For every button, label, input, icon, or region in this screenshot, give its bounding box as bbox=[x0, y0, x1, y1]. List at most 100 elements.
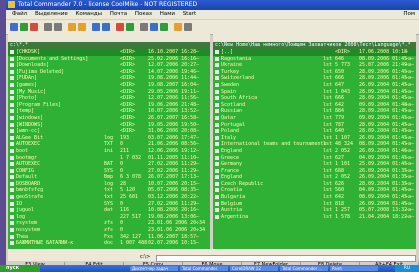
file-row[interactable]: БАЖМИТНЫЕ БАТАЛИИ-к doc 1 007 488 02.07.200… bbox=[8, 240, 210, 247]
settings-icon[interactable] bbox=[184, 23, 192, 31]
file-row[interactable]: geoStrafe txt 25 601 03.12.2006 20:22— bbox=[8, 194, 210, 201]
file-row[interactable]: Czech Republic lst 626 28.09.2004 01:35 —a— bbox=[213, 181, 416, 188]
task-button[interactable]: Total Commander bbox=[180, 266, 228, 271]
file-row[interactable]: Italy lst 1 107 26.09.2004 01:45 —a— bbox=[213, 135, 416, 142]
file-row[interactable]: Ragostania lst 646 08.09.2006 01:45 —a— bbox=[213, 56, 416, 63]
file-row[interactable]: Croatia lst 560 04.09.2004 01:45 —a— bbox=[213, 187, 416, 194]
left-file-panel[interactable]: c:\*.* [CHKDSK] <DIR> 16.10.2007 16:28— [Do… bbox=[8, 42, 210, 249]
file-row[interactable]: Argentina lst 1 578 21.04.2004 18:22 —a— bbox=[213, 214, 416, 221]
unpack-icon[interactable] bbox=[78, 23, 86, 31]
file-row[interactable]: ALGee Bit log 193 03.07.2006 17:47— bbox=[8, 135, 210, 142]
full-view-icon[interactable] bbox=[30, 23, 38, 31]
file-row[interactable]: Belgium lst 818 26.09.2004 01:45 —a— bbox=[213, 201, 416, 208]
file-row[interactable]: nssystem zfs 0 23.01.06 2006 20:34— bbox=[8, 227, 210, 234]
file-name: Portugal bbox=[221, 121, 246, 128]
file-row[interactable]: AUTOEXEC BAT 0 27.02.2006 11:29— bbox=[8, 161, 210, 168]
file-row[interactable]: [windows] <DIR> 26.07.2007 16:58— bbox=[8, 115, 210, 122]
menu-select[interactable]: Выделение bbox=[35, 11, 68, 17]
file-row[interactable]: [My Music] <DIR> 29.05.2006 19:11— bbox=[8, 89, 210, 96]
file-attr: — bbox=[196, 147, 200, 154]
sync-dirs-icon[interactable] bbox=[160, 23, 168, 31]
file-name: AUTOEXEC bbox=[16, 161, 41, 168]
forward-icon[interactable] bbox=[102, 23, 110, 31]
file-row[interactable]: Turkey lst 650 28.09.2006 01:45 —a— bbox=[213, 69, 416, 76]
sort-name-icon[interactable] bbox=[54, 23, 62, 31]
file-row[interactable]: Greece lst 627 04.09.2004 01:45 —a— bbox=[213, 155, 416, 162]
file-row[interactable]: log 227 517 19.08.2006 13:06— bbox=[8, 214, 210, 221]
task-button[interactable]: Диспетчер задач bbox=[130, 266, 178, 271]
file-row[interactable]: Austria lst 1 257 05.07.2008 13:32 —a— bbox=[213, 207, 416, 214]
file-attr: —a— bbox=[405, 207, 415, 214]
file-row[interactable]: [WINDOWS] <DIR> 19.05.2006 19:50— bbox=[8, 122, 210, 129]
file-row[interactable]: Germany lst 1 101 25.09.2004 01:45 —a— bbox=[213, 161, 416, 168]
brief-view-icon[interactable] bbox=[20, 23, 28, 31]
file-row[interactable]: [games] <DIR> 19.08.2007 16:04— bbox=[8, 82, 210, 89]
file-row[interactable]: [Fujima Deleted] <DIR> 14.07.2006 19:46— bbox=[8, 69, 210, 76]
file-row[interactable]: [CHKDSK] <DIR> 16.10.2007 16:28— bbox=[8, 49, 210, 56]
file-date: 28.09.2006 01:45 bbox=[359, 75, 408, 82]
tree-view-icon[interactable] bbox=[44, 23, 52, 31]
file-row[interactable]: International teams and tournaments lst 48… bbox=[213, 141, 416, 148]
file-row[interactable]: juguol dat 116 10.08.2006 20:16— bbox=[8, 207, 210, 214]
file-row[interactable]: bootmgr 1 7 032 01.11.2005 11:10— bbox=[8, 155, 210, 162]
title-bar[interactable]: Total Commander 7.0 - license CoolMike -… bbox=[6, 0, 419, 10]
file-row[interactable]: rsystem zfs 0 23.01.06 2006 20:34— bbox=[8, 220, 210, 227]
command-input[interactable] bbox=[156, 255, 416, 262]
file-row[interactable]: France lst 688 26.09.2004 01:35 —a— bbox=[213, 168, 416, 175]
file-attr: —a— bbox=[405, 62, 415, 69]
file-row[interactable]: South Africa lst 666 28.09.2004 01:45 —a— bbox=[213, 95, 416, 102]
right-drive-bar[interactable] bbox=[213, 34, 416, 42]
file-row[interactable]: [Program Files] <DIR> 19.06.2006 21:48— bbox=[8, 102, 210, 109]
search-icon[interactable] bbox=[140, 23, 148, 31]
task-button[interactable]: CorelDRAW 12 bbox=[230, 266, 278, 271]
rename-icon[interactable] bbox=[150, 23, 158, 31]
file-row[interactable]: [FUDAn] <DIR> 19.08.2006 11:44— bbox=[8, 75, 210, 82]
menu-commands[interactable]: Команды bbox=[75, 11, 102, 17]
file-row[interactable]: boot ini 211 12.06.2006 19:12— bbox=[8, 148, 210, 155]
task-button[interactable]: Total Commander ... bbox=[280, 266, 328, 271]
file-row[interactable]: [..] <DIR> 17.06.2008 10:18— bbox=[213, 49, 416, 56]
file-row[interactable]: Poland lst 640 28.09.2004 01:45 —a— bbox=[213, 128, 416, 135]
file-row[interactable]: Scotland lst 642 09.09.2004 01:48 —a— bbox=[213, 102, 416, 109]
file-row[interactable]: England lst 2 052 26.09.2004 01:35 —a— bbox=[213, 174, 416, 181]
left-drive-bar[interactable] bbox=[8, 34, 210, 42]
file-row[interactable]: Spain lst 1 043 28.09.2004 01:45 —a— bbox=[213, 89, 416, 96]
file-row[interactable]: Portugal lst 787 28.09.2004 01:45 —a— bbox=[213, 122, 416, 129]
file-row[interactable]: IO SYS 0 27.02.2006 11:29— bbox=[8, 201, 210, 208]
menu-config[interactable]: Нами bbox=[160, 11, 175, 17]
file-row[interactable]: [Documents and Settings] <DIR> 25.02.2006 … bbox=[8, 56, 210, 63]
file-row[interactable]: Default Bmp 6 3 078 26.07.2007 17:13— bbox=[8, 174, 210, 181]
refresh-icon[interactable] bbox=[10, 23, 18, 31]
file-row[interactable]: [Downloads] <DIR> 12.07.2006 20:27— bbox=[8, 62, 210, 69]
ftp-connect-icon[interactable] bbox=[116, 23, 124, 31]
notepad-icon[interactable] bbox=[174, 23, 182, 31]
menu-show[interactable]: Показ bbox=[135, 11, 152, 17]
file-row[interactable]: DOSBOARD log 28 10.07.2006 20:15— bbox=[8, 181, 210, 188]
menu-file[interactable]: Файл bbox=[12, 11, 27, 17]
menu-start[interactable]: Start bbox=[183, 11, 196, 17]
menu-mail[interactable]: Почта bbox=[110, 11, 127, 17]
right-file-panel[interactable]: c:\New Home\Наш немного\Поищем Захватчик… bbox=[213, 42, 416, 249]
file-row[interactable]: [Photo] <DIR> 12.07.2006 11:56— bbox=[8, 95, 210, 102]
file-row[interactable]: Qatar lst 779 09.09.2004 01:45 —a— bbox=[213, 115, 416, 122]
menu-help[interactable]: Пом bbox=[403, 10, 415, 19]
file-row[interactable]: AUTOEXEC TXT 0 21.06.2006 08:56— bbox=[8, 141, 210, 148]
file-row[interactable]: CONFIG SYS 0 27.02.2006 11:29— bbox=[8, 168, 210, 175]
file-row[interactable]: Thea Fxs 342 127 11.06.2007 18:57— bbox=[8, 234, 210, 241]
task-button[interactable]: Paint bbox=[330, 266, 378, 271]
file-row[interactable]: Bulgaria lst 642 08.09.2004 01:45 —a— bbox=[213, 194, 416, 201]
file-row[interactable]: Russian lst 884 28.09.2004 01:45 —a— bbox=[213, 108, 416, 115]
file-row[interactable]: Sweden lst 647 26.09.2004 01:45 —a— bbox=[213, 82, 416, 89]
pack-icon[interactable] bbox=[68, 23, 76, 31]
file-size: 193 bbox=[120, 134, 130, 141]
file-row[interactable]: [temp] <DIR> 10.07.2006 13:52— bbox=[8, 108, 210, 115]
back-icon[interactable] bbox=[92, 23, 100, 31]
file-row[interactable]: England lst 2 052 26.09.2004 01:46 —a— bbox=[213, 148, 416, 155]
file-row[interactable]: Ukraine lst 5 773 25.07.2006 21:49 —a— bbox=[213, 62, 416, 69]
file-row[interactable]: [wmn-cc] <DIR> 31.06.2006 20:08— bbox=[8, 128, 210, 135]
ftp-download-icon[interactable] bbox=[126, 23, 134, 31]
start-button[interactable]: пуск bbox=[0, 265, 40, 272]
file-ext: SYS bbox=[104, 200, 114, 207]
file-row[interactable]: bmnbfsfcg txt 5 120 05.07.2006 08:35— bbox=[8, 187, 210, 194]
file-row[interactable]: Switzerland lst 666 28.09.2006 01:45 —a— bbox=[213, 75, 416, 82]
